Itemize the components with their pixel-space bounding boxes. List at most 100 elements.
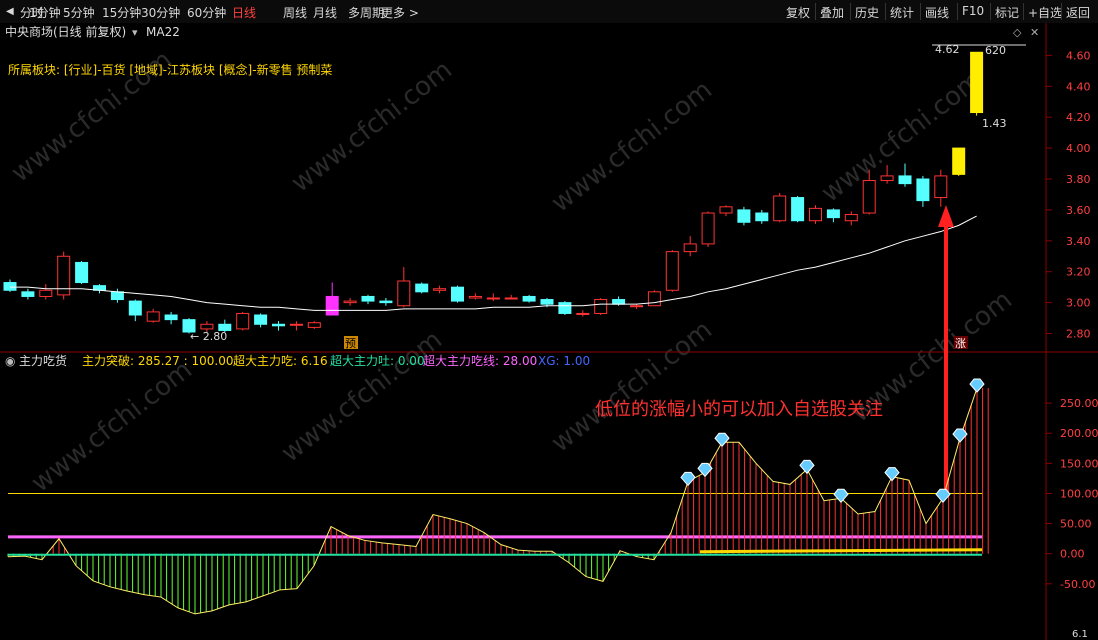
toolbar-separator — [957, 3, 958, 20]
candle-body — [361, 295, 375, 302]
period-tab-1[interactable]: 1分钟 — [29, 4, 61, 21]
candle-body — [379, 300, 393, 304]
chart-title: 中央商场(日线 前复权) — [5, 24, 126, 39]
candle-body — [665, 251, 679, 291]
period-tab-8[interactable]: 月线 — [313, 4, 337, 21]
candle-body — [719, 206, 733, 214]
toolbar-btn-8[interactable]: 返回 — [1066, 4, 1090, 21]
lower-legend: 主力突破: 285.27 : 100.00 超大主力吃: 6.16 超大主力吐: 0… — [82, 353, 590, 368]
gap-ratio-label: 1.43 — [982, 117, 1007, 130]
period-tab-7[interactable]: 周线 — [283, 4, 307, 21]
toolbar-btn-6[interactable]: 标记 — [995, 4, 1019, 21]
period-tab-4[interactable]: 30分钟 — [141, 4, 180, 21]
candle-body — [862, 180, 876, 214]
candle-body — [504, 297, 518, 300]
legend-item: XG: 1.00 — [538, 354, 590, 368]
toolbar-btn-0[interactable]: 复权 — [786, 4, 810, 21]
annotation-text: 低位的涨幅小的可以加入自选股关注 — [595, 399, 883, 420]
candle-body — [737, 209, 751, 223]
candle-body — [343, 300, 357, 304]
period-tab-2[interactable]: 5分钟 — [63, 4, 95, 21]
low-price-label: ← 2.80 — [190, 330, 227, 343]
candle-body — [468, 295, 482, 299]
candle-body — [254, 314, 268, 325]
candle-body — [934, 175, 948, 199]
candle-body — [773, 195, 787, 222]
candle-body — [415, 283, 429, 293]
toolbar-separator — [1023, 3, 1024, 20]
title-dropdown-icon[interactable]: ▾ — [132, 26, 138, 39]
y-tick-label: 2.80 — [1066, 328, 1091, 341]
inflow-line — [699, 548, 983, 554]
candle-body — [916, 178, 930, 202]
candle-body — [39, 289, 53, 297]
candle-body — [844, 214, 858, 222]
high-price-label: 4.62 — [935, 43, 960, 56]
candle-body — [110, 291, 124, 301]
candle-body — [952, 147, 966, 175]
y-tick-label: 4.60 — [1066, 49, 1091, 62]
lower-indicator-name: 主力吃货 — [19, 353, 67, 368]
legend-item: 主力突破: 285.27 : 100.00 — [82, 353, 234, 368]
candle-body — [880, 175, 894, 182]
period-tab-3[interactable]: 15分钟 — [102, 4, 141, 21]
candle-body — [272, 323, 285, 327]
back-arrow-icon[interactable]: ◀ — [6, 6, 14, 17]
y-tick-label: 3.60 — [1066, 204, 1091, 217]
bottom-right-label: 6.1 — [1072, 629, 1088, 640]
candle-body — [898, 175, 912, 185]
candle-body — [307, 322, 321, 328]
candle-body — [397, 280, 411, 307]
candle-body — [289, 323, 303, 326]
candle-body — [630, 305, 643, 308]
toolbar-separator — [990, 3, 991, 20]
y-tick-label: 4.40 — [1066, 80, 1091, 93]
candle-body — [826, 209, 840, 219]
candle-body — [791, 197, 805, 222]
candle-body — [200, 323, 214, 330]
lower-pane-icon[interactable]: ◉ — [5, 354, 15, 368]
candle-body — [164, 314, 178, 321]
candle-body — [236, 312, 250, 330]
candle-body — [558, 302, 572, 314]
period-tab-9[interactable]: 多周期 — [348, 4, 384, 21]
candle-body — [594, 299, 608, 314]
legend-item: 超大主力吃: 6.16 — [233, 353, 328, 368]
candle-body — [647, 291, 661, 307]
y-tick-label: -50.00 — [1060, 578, 1095, 591]
candle-body — [701, 212, 715, 245]
y-tick-label: 4.20 — [1066, 111, 1091, 124]
y-tick-label: 150.00 — [1060, 457, 1098, 470]
candle-body — [540, 299, 554, 305]
candle-body — [325, 295, 339, 316]
toolbar-btn-7[interactable]: +自选 — [1028, 4, 1062, 21]
candle-body — [146, 311, 160, 322]
candle-body — [3, 282, 17, 291]
toolbar-btn-3[interactable]: 统计 — [890, 4, 914, 21]
period-tab-5[interactable]: 60分钟 — [187, 4, 226, 21]
y-tick-label: 3.80 — [1066, 173, 1091, 186]
y-tick-label: 250.00 — [1060, 397, 1098, 410]
yu-badge-text: 预 — [345, 337, 356, 350]
candle-body — [451, 286, 464, 302]
zhang-badge-text: 涨 — [955, 337, 966, 350]
y-tick-label: 4.00 — [1066, 142, 1091, 155]
candle-body — [612, 299, 626, 305]
toolbar-btn-4[interactable]: 画线 — [925, 4, 949, 21]
toolbar-separator — [1061, 3, 1062, 20]
candle-body — [809, 207, 822, 222]
y-tick-label: 0.00 — [1060, 548, 1085, 561]
period-tab-10[interactable]: 更多 > — [381, 4, 419, 21]
y-tick-label: 200.00 — [1060, 427, 1098, 440]
y-tick-label: 3.00 — [1066, 297, 1091, 310]
toolbar-btn-5[interactable]: F10 — [962, 4, 984, 18]
candle-body — [755, 212, 769, 222]
close-icon[interactable]: ✕ — [1030, 26, 1039, 39]
toolbar-btn-1[interactable]: 叠加 — [820, 4, 844, 21]
high-price-right-label: 620 — [985, 44, 1006, 57]
diamond-toggle-icon[interactable]: ◇ — [1013, 26, 1022, 39]
toolbar-btn-2[interactable]: 历史 — [855, 4, 879, 21]
ma-indicator-label[interactable]: MA22 — [146, 25, 180, 39]
period-tab-6[interactable]: 日线 — [232, 4, 256, 21]
legend-item: 超大主力吐: 0.00 — [330, 353, 425, 368]
